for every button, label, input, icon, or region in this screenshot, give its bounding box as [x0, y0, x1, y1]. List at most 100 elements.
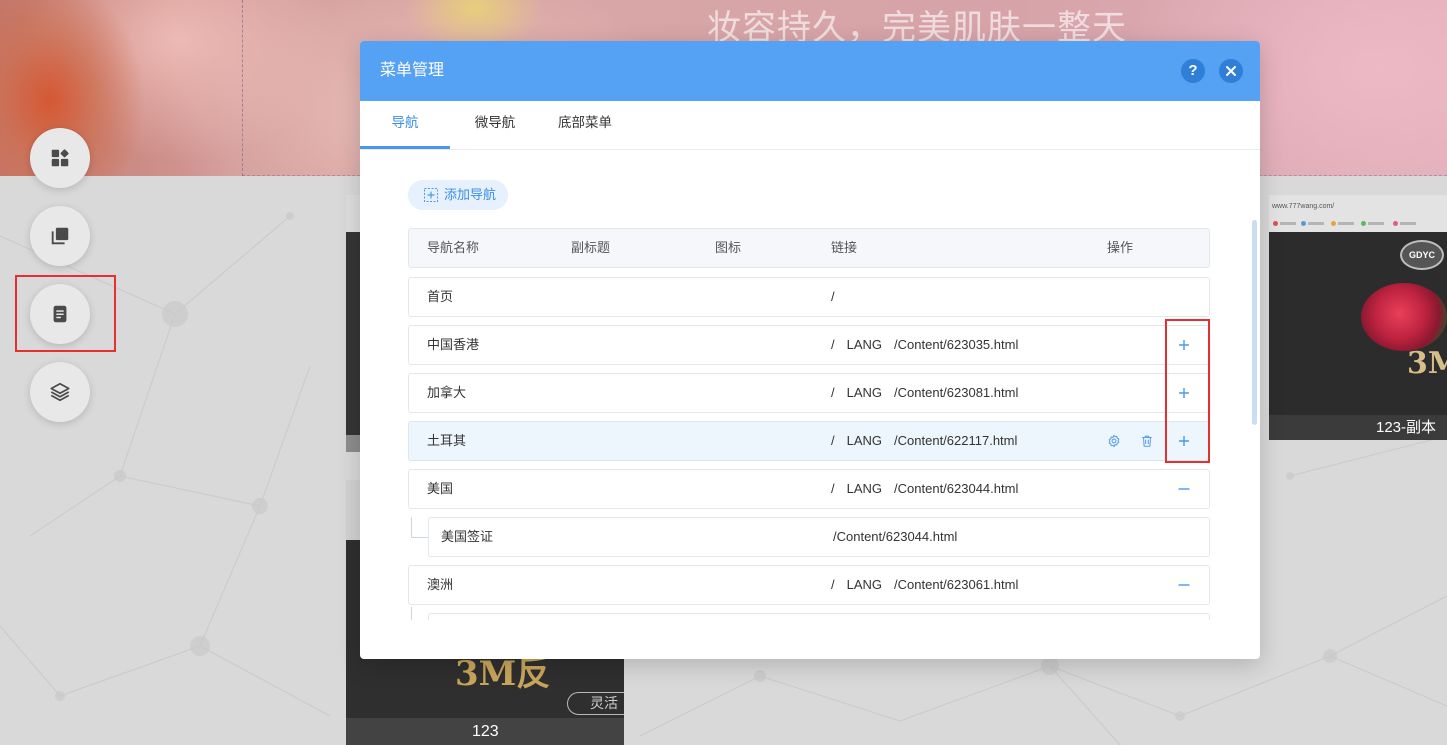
- layout-guide-vertical: [242, 0, 243, 176]
- link-segment: /: [831, 433, 835, 448]
- settings-button[interactable]: [1107, 434, 1121, 448]
- tool-copy-button[interactable]: [30, 206, 90, 266]
- plus-square-icon: [424, 188, 438, 202]
- nav-name: 美国: [427, 481, 454, 496]
- link-segment: /: [831, 289, 835, 304]
- help-button[interactable]: ?: [1181, 59, 1205, 83]
- tool-widgets-button[interactable]: [30, 128, 90, 188]
- bookmark-item: [1368, 222, 1384, 225]
- nav-name: 中国香港: [427, 337, 480, 352]
- layers-icon: [50, 382, 70, 402]
- tab-footer-menu[interactable]: 底部菜单: [540, 101, 630, 149]
- link-segment: /Content/623061.html: [894, 577, 1019, 592]
- link-segment: LANG: [846, 481, 883, 496]
- thumbnail-tagline: 灵活: [590, 695, 618, 711]
- nav-row[interactable]: 澳洲 / LANG /Content/623061.html: [408, 565, 1210, 605]
- highlight-box-page-tool: [15, 275, 116, 352]
- tree-connector: [411, 517, 412, 537]
- link-segment: /: [831, 481, 835, 496]
- navigation-list-panel: 添加导航 导航名称 副标题 图标 链接 操作 首页 / 中国香港 / LANG …: [360, 150, 1260, 620]
- tree-connector: [411, 537, 428, 538]
- rose-image: [1361, 283, 1447, 351]
- nav-row-child[interactable]: 美国签证 /Content/623044.html: [428, 517, 1210, 557]
- active-tab-indicator: [360, 146, 450, 149]
- thumbnail-browser-bar: www.777wang.com/: [1269, 195, 1447, 232]
- nav-link: / LANG /Content/623035.html: [831, 326, 1018, 364]
- nav-row[interactable]: 中国香港 / LANG /Content/623035.html: [408, 325, 1210, 365]
- scrollbar-thumb[interactable]: [1252, 220, 1257, 425]
- bookmark-dot: [1393, 221, 1398, 226]
- nav-name: 首页: [427, 289, 454, 304]
- collapse-button[interactable]: [1177, 482, 1191, 496]
- nav-name: 土耳其: [427, 433, 467, 448]
- thumbnail-label-band: 123: [346, 718, 624, 745]
- column-actions: 操作: [1107, 240, 1134, 255]
- link-segment: /: [831, 385, 835, 400]
- bookmark-dot: [1331, 221, 1336, 226]
- dialog-tabs: 导航 微导航 底部菜单: [360, 101, 1260, 150]
- nav-row[interactable]: 首页 /: [408, 277, 1210, 317]
- thumbnail-url: www.777wang.com/: [1272, 203, 1335, 210]
- column-subtitle: 副标题: [571, 240, 611, 255]
- tab-navigation[interactable]: 导航: [360, 101, 450, 149]
- nav-row[interactable]: 加拿大 / LANG /Content/623081.html: [408, 373, 1210, 413]
- add-navigation-label: 添加导航: [444, 187, 497, 202]
- nav-link: /: [831, 278, 835, 316]
- nav-row-child-partial[interactable]: [428, 613, 1210, 620]
- nav-link: / LANG /Content/622117.html: [831, 422, 1017, 460]
- column-link: 链接: [831, 240, 858, 255]
- link-segment: /: [831, 577, 835, 592]
- collapse-button[interactable]: [1177, 578, 1191, 592]
- link-segment: /Content/623035.html: [894, 337, 1019, 352]
- nav-name: 美国签证: [441, 529, 494, 544]
- link-segment: LANG: [846, 385, 883, 400]
- thumbnail-label-band: 123-副本: [1269, 415, 1447, 440]
- widgets-icon: [51, 149, 69, 167]
- bookmark-item: [1308, 222, 1324, 225]
- dialog-header: 菜单管理 ?: [360, 41, 1260, 101]
- nav-name: 澳洲: [427, 577, 454, 592]
- link-segment: LANG: [846, 337, 883, 352]
- thumbnail-logo: GDYC: [1400, 240, 1444, 270]
- bookmark-item: [1400, 222, 1416, 225]
- nav-row[interactable]: 美国 / LANG /Content/623044.html: [408, 469, 1210, 509]
- copy-icon: [51, 227, 69, 245]
- menu-management-dialog: 菜单管理 ? 导航 微导航 底部菜单 添加导航 导航名称 副标题 图标 链接 操…: [360, 41, 1260, 659]
- thumbnail-brand-text: 3M: [1407, 346, 1447, 381]
- table-header: 导航名称 副标题 图标 链接 操作: [408, 228, 1210, 268]
- add-navigation-button[interactable]: 添加导航: [408, 180, 508, 210]
- link-segment: /: [831, 337, 835, 352]
- bookmark-item: [1280, 222, 1296, 225]
- nav-name: 加拿大: [427, 385, 467, 400]
- column-icon: 图标: [715, 240, 742, 255]
- collapse-icon: [1178, 584, 1190, 586]
- thumbnail-brand-text: 3M反: [455, 654, 551, 694]
- link-segment: /Content/623044.html: [894, 481, 1019, 496]
- link-segment: /Content/622117.html: [894, 433, 1018, 448]
- tab-micro-navigation[interactable]: 微导航: [450, 101, 540, 149]
- link-segment: LANG: [846, 577, 883, 592]
- tool-layers-button[interactable]: [30, 362, 90, 422]
- nav-link: / LANG /Content/623044.html: [831, 470, 1018, 508]
- nav-row-hovered[interactable]: 土耳其 / LANG /Content/622117.html: [408, 421, 1210, 461]
- nav-link: /Content/623044.html: [833, 518, 957, 556]
- link-segment: /Content/623081.html: [894, 385, 1019, 400]
- dialog-title: 菜单管理: [380, 62, 445, 79]
- thumbnail-label: 123: [472, 723, 499, 740]
- page-thumbnail-123-copy[interactable]: www.777wang.com/ GDYC 3M 123-副本: [1269, 195, 1447, 440]
- bookmark-dot: [1361, 221, 1366, 226]
- thumbnail-label: 123-副本: [1376, 419, 1437, 436]
- column-name: 导航名称: [427, 240, 480, 255]
- thumbnail-tagline-badge: 灵活: [567, 692, 624, 715]
- bookmark-item: [1338, 222, 1354, 225]
- close-button[interactable]: [1219, 59, 1243, 83]
- delete-icon: [1142, 435, 1152, 447]
- highlight-box-expand-buttons: [1165, 319, 1210, 463]
- tree-connector: [411, 607, 412, 620]
- delete-button[interactable]: [1140, 434, 1154, 448]
- settings-icon: [1108, 434, 1120, 448]
- link-segment: LANG: [846, 433, 883, 448]
- bookmark-dot: [1301, 221, 1306, 226]
- collapse-icon: [1178, 488, 1190, 490]
- link-segment: /Content/623044.html: [833, 529, 958, 544]
